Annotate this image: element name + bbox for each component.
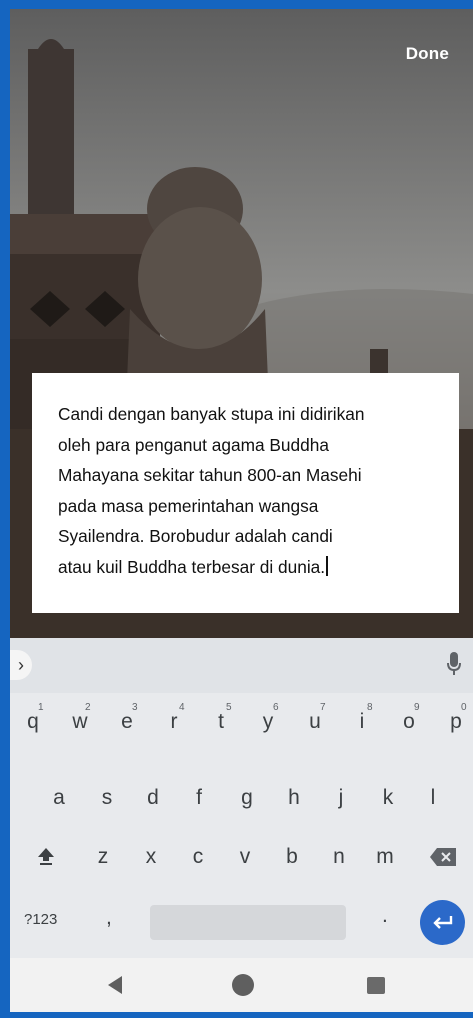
chevron-right-icon: › xyxy=(18,654,24,675)
key-w-label: w xyxy=(72,710,88,733)
key-t-label: t xyxy=(218,710,224,733)
key-d[interactable]: d xyxy=(140,786,166,810)
key-i-label: i xyxy=(359,710,365,733)
key-o-label: o xyxy=(403,710,415,733)
done-button[interactable]: Done xyxy=(406,44,449,64)
space-key[interactable] xyxy=(150,905,346,940)
key-b[interactable]: b xyxy=(279,845,305,869)
caption-text-field[interactable]: Candi dengan banyak stupa ini didirikan … xyxy=(32,373,459,613)
backspace-icon[interactable] xyxy=(430,848,456,866)
key-e-label: e xyxy=(121,710,133,733)
symbols-key[interactable]: ?123 xyxy=(24,911,57,928)
window-frame-top xyxy=(0,0,473,9)
key-i[interactable]: i 8 xyxy=(349,702,375,734)
key-o[interactable]: o 9 xyxy=(396,702,422,734)
comma-key[interactable]: , xyxy=(106,906,112,930)
window-frame-bottom xyxy=(0,1012,473,1018)
system-navigation-bar xyxy=(10,958,473,1012)
key-h[interactable]: h xyxy=(281,786,307,810)
key-r-label: r xyxy=(170,710,178,733)
shift-icon[interactable] xyxy=(36,846,56,866)
text-cursor xyxy=(326,555,329,576)
key-k[interactable]: k xyxy=(375,786,401,810)
window-frame-left xyxy=(0,0,10,1018)
key-t-hint: 5 xyxy=(226,702,232,713)
key-y-label: y xyxy=(262,710,274,733)
key-w-hint: 2 xyxy=(85,702,91,713)
key-u[interactable]: u 7 xyxy=(302,702,328,734)
key-r-hint: 4 xyxy=(179,702,185,713)
key-u-hint: 7 xyxy=(320,702,326,713)
key-r[interactable]: r 4 xyxy=(161,702,187,734)
key-y-hint: 6 xyxy=(273,702,279,713)
key-p-hint: 0 xyxy=(461,702,467,713)
key-o-hint: 9 xyxy=(414,702,420,713)
key-p[interactable]: p 0 xyxy=(443,702,469,734)
key-l[interactable]: l xyxy=(420,786,446,810)
microphone-icon[interactable] xyxy=(447,652,461,676)
period-key[interactable]: . xyxy=(382,904,388,928)
key-c[interactable]: c xyxy=(185,845,211,869)
key-q-label: q xyxy=(27,710,39,733)
home-circle-icon[interactable] xyxy=(232,974,254,996)
key-g[interactable]: g xyxy=(234,786,260,810)
suggestion-bar: › xyxy=(10,638,473,693)
key-u-label: u xyxy=(309,710,321,733)
expand-toolbar-button[interactable]: › xyxy=(10,650,32,680)
key-j[interactable]: j xyxy=(328,786,354,810)
key-w[interactable]: w 2 xyxy=(67,702,93,734)
key-v[interactable]: v xyxy=(232,845,258,869)
key-t[interactable]: t 5 xyxy=(208,702,234,734)
enter-key[interactable] xyxy=(420,900,465,945)
key-i-hint: 8 xyxy=(367,702,373,713)
key-y[interactable]: y 6 xyxy=(255,702,281,734)
key-e[interactable]: e 3 xyxy=(114,702,140,734)
key-z[interactable]: z xyxy=(90,845,116,869)
key-e-hint: 3 xyxy=(132,702,138,713)
key-q[interactable]: q 1 xyxy=(20,702,46,734)
key-s[interactable]: s xyxy=(94,786,120,810)
caption-text: Candi dengan banyak stupa ini didirikan … xyxy=(58,404,365,577)
key-x[interactable]: x xyxy=(138,845,164,869)
key-q-hint: 1 xyxy=(38,702,44,713)
key-p-label: p xyxy=(450,710,462,733)
key-n[interactable]: n xyxy=(326,845,352,869)
key-f[interactable]: f xyxy=(186,786,212,810)
key-a[interactable]: a xyxy=(46,786,72,810)
back-triangle-icon[interactable] xyxy=(108,976,124,994)
on-screen-keyboard: › q 1 w 2 e 3 r 4 t 5 y 6 u 7 i 8 o 9 p … xyxy=(10,638,473,958)
recent-square-icon[interactable] xyxy=(367,977,385,994)
enter-icon xyxy=(432,915,452,929)
key-m[interactable]: m xyxy=(372,845,398,869)
